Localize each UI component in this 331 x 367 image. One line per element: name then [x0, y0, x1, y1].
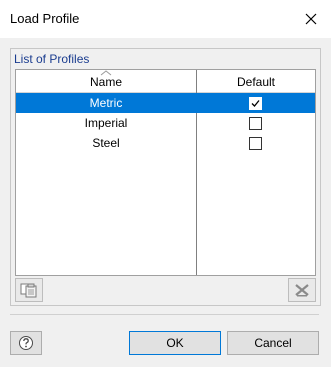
copy-to-clipboard-icon — [20, 283, 37, 298]
column-header-name[interactable]: Name — [16, 70, 196, 92]
column-header-default[interactable]: Default — [197, 70, 315, 92]
table-row[interactable]: Imperial — [16, 113, 315, 133]
default-cell — [197, 93, 315, 113]
delete-icon — [295, 284, 309, 297]
copy-button[interactable] — [15, 278, 43, 302]
profile-name: Steel — [92, 136, 120, 150]
default-cell — [197, 113, 315, 133]
profiles-table[interactable]: Name Default Metric Imperial Steel — [15, 69, 316, 276]
dialog-body: List of Profiles Name Default Metric Imp… — [0, 38, 331, 367]
default-checkbox[interactable] — [249, 97, 262, 110]
close-button[interactable] — [291, 0, 331, 38]
default-checkbox[interactable] — [249, 117, 262, 130]
default-checkbox[interactable] — [249, 137, 262, 150]
table-header: Name Default — [16, 70, 315, 93]
checkmark-icon — [251, 100, 260, 107]
profiles-group: List of Profiles Name Default Metric Imp… — [10, 48, 321, 306]
cancel-button[interactable]: Cancel — [227, 331, 319, 355]
profile-name: Imperial — [84, 116, 128, 130]
group-title: List of Profiles — [14, 52, 90, 66]
table-row[interactable]: Steel — [16, 133, 315, 153]
delete-button[interactable] — [288, 278, 316, 302]
default-cell — [197, 133, 315, 153]
profile-name: Metric — [89, 96, 123, 110]
window-title: Load Profile — [10, 11, 80, 26]
help-button[interactable] — [10, 331, 42, 355]
titlebar: Load Profile — [0, 0, 331, 38]
close-icon — [305, 13, 317, 25]
help-icon — [19, 336, 33, 350]
ok-button[interactable]: OK — [129, 331, 221, 355]
divider — [10, 314, 319, 315]
table-row[interactable]: Metric — [16, 93, 315, 113]
